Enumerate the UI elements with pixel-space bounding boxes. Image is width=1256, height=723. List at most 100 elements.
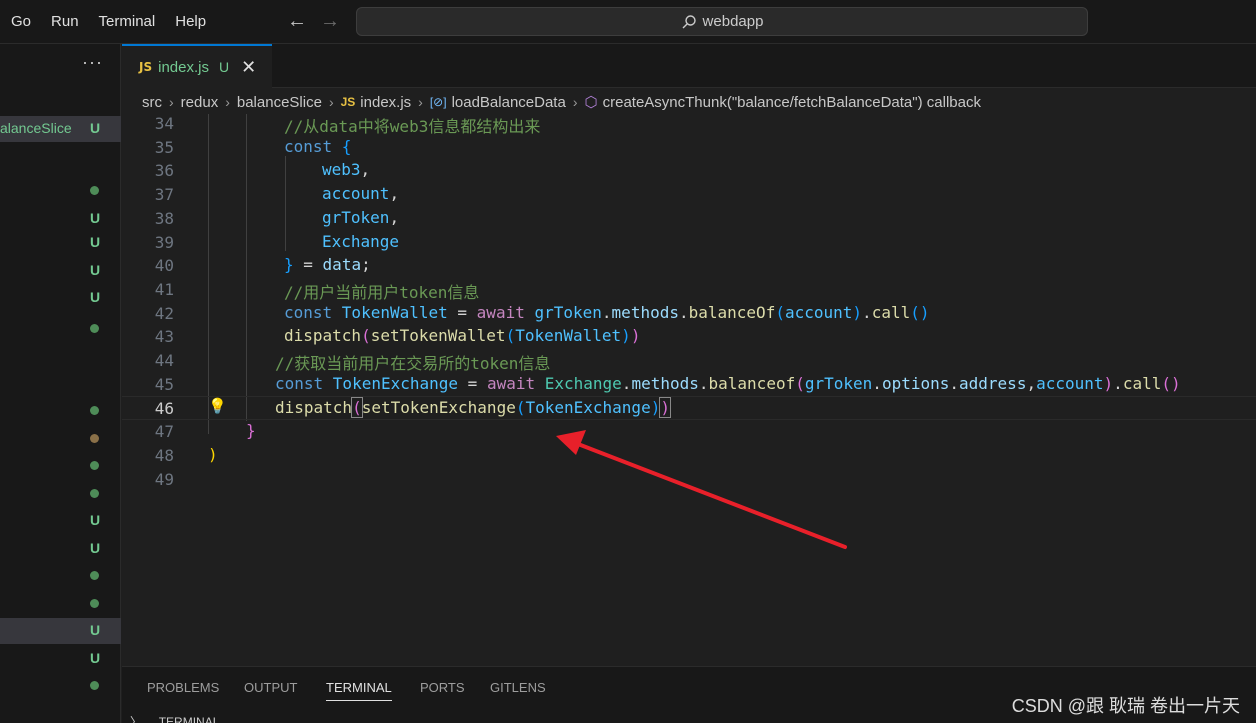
git-status-dot [90,489,99,498]
code-text: dispatch(setTokenExchange(TokenExchange)… [275,397,671,419]
code-token: dispatch [275,398,353,418]
git-status-untracked: U [90,234,101,250]
code-line[interactable]: 38 grToken, [122,207,1256,231]
tab-problems[interactable]: PROBLEMS [147,680,219,695]
terminal-section-header[interactable]: 〉 ⌄ TERMINAL [130,713,219,723]
code-token: , [1026,373,1037,393]
title-bar: Go Run Terminal Help ← → webdapp [0,0,1256,44]
sidebar-item-selected[interactable] [0,618,121,644]
tab-ports[interactable]: PORTS [420,680,465,695]
forward-arrow-icon[interactable]: → [320,10,340,33]
code-line[interactable]: 42 const TokenWallet = await grToken.meth… [122,302,1256,326]
chevron-right-icon: › [225,94,230,110]
tab-label: index.js [158,58,209,76]
code-line[interactable]: 35 const { [122,136,1256,160]
git-status-dot [90,324,99,333]
line-number: 48 [154,445,174,465]
code-text: account, [322,184,399,203]
code-token: , [389,207,400,227]
tab-gitlens[interactable]: GITLENS [490,680,546,695]
code-token: ) [208,444,218,464]
code-line[interactable]: 34 //从data中将web3信息都结构出来 [122,112,1256,136]
code-token: grToken [322,207,390,227]
code-token: balanceof [708,373,796,393]
code-token: . [621,373,632,393]
search-text: webdapp [702,13,764,30]
breadcrumb-balanceslice[interactable]: balanceSlice [237,94,322,111]
breadcrumb-index-js[interactable]: index.js [360,94,411,111]
code-text: dispatch(setTokenWallet(TokenWallet)) [284,326,640,345]
code-line[interactable]: 40} = data; [122,254,1256,278]
tab-output[interactable]: OUTPUT [244,680,297,695]
code-token: . [678,302,689,322]
code-token: Exchange [544,373,622,393]
code-line[interactable]: 41 //用户当前用户token信息 [122,278,1256,302]
git-status-badge: U [218,59,230,75]
code-token: ) [630,326,641,346]
code-text: } [246,421,256,440]
sidebar-item-balanceslice[interactable]: alanceSlice U [0,116,121,142]
code-token: . [862,302,872,322]
breadcrumb-src[interactable]: src [142,94,162,111]
code-token: //获取当前用户在交易所的token信息 [275,354,551,373]
git-status-untracked: U [90,120,101,136]
sidebar-item-label: alanceSlice [0,120,72,136]
code-token: balanceOf [688,302,776,322]
code-token: ; [361,255,371,275]
git-status-untracked: U [90,262,101,278]
menu-help[interactable]: Help [165,0,216,44]
code-line[interactable]: 48) [122,444,1256,468]
code-token: methods [631,373,699,393]
breadcrumb: src › redux › balanceSlice › JS index.js… [142,90,981,114]
code-line[interactable]: 47} [122,420,1256,444]
code-token: = [458,373,487,393]
code-text: const TokenExchange = await Exchange.met… [275,374,1181,393]
git-status-untracked: U [90,622,101,638]
line-number: 39 [154,232,174,252]
code-line[interactable]: 45 const TokenExchange = await Exchange.m… [122,373,1256,397]
code-token: { [341,136,352,156]
code-line[interactable]: 49 [122,468,1256,492]
breadcrumb-loadbalancedata[interactable]: loadBalanceData [452,94,566,111]
git-status-dot [90,461,99,470]
code-line[interactable]: 39 Exchange [122,231,1256,255]
code-token: address [959,373,1027,393]
code-token: , [389,184,400,204]
code-line[interactable]: 44 //获取当前用户在交易所的token信息 [122,349,1256,373]
code-line[interactable]: 43 dispatch(setTokenWallet(TokenWallet)) [122,325,1256,349]
menu-go[interactable]: Go [0,0,41,44]
code-token: = [293,255,323,275]
code-token: ( [351,397,363,419]
code-token: , [360,160,371,180]
breadcrumb-redux[interactable]: redux [181,94,219,111]
menu-run[interactable]: Run [41,0,89,44]
tab-terminal[interactable]: TERMINAL [326,680,392,701]
line-number: 43 [154,327,174,347]
more-actions-icon[interactable]: ··· [82,52,103,73]
code-text: grToken, [322,208,399,227]
code-token: ) [1103,373,1114,393]
code-token: ) [659,397,671,419]
code-line[interactable]: 37 account, [122,183,1256,207]
back-arrow-icon[interactable]: ← [287,10,307,33]
code-token: . [949,373,960,393]
js-file-icon: JS [340,95,356,109]
command-center-search[interactable]: webdapp [356,7,1088,36]
code-line[interactable]: 36 web3, [122,159,1256,183]
code-token: . [601,302,612,322]
code-editor[interactable]: 34//从data中将web3信息都结构出来 35 const {36 web3, 37… [122,114,1256,666]
code-text: ) [208,445,218,464]
code-token: const [275,373,333,393]
breadcrumb-callback[interactable]: createAsyncThunk("balance/fetchBalanceDa… [603,94,981,111]
code-token: //用户当前用户token信息 [284,282,480,302]
menu-terminal[interactable]: Terminal [89,0,166,44]
git-status-untracked: U [90,289,101,305]
line-number: 44 [154,351,174,370]
code-line[interactable]: 46 💡 dispatch(setTokenExchange(TokenExchan… [122,396,1256,421]
lightbulb-icon[interactable]: 💡 [208,397,227,415]
code-token: ( [795,373,805,393]
close-icon[interactable]: ✕ [241,57,256,78]
tab-index-js[interactable]: JS index.js U ✕ [122,44,272,88]
git-status-dot [90,186,99,195]
code-token: } [246,421,256,441]
